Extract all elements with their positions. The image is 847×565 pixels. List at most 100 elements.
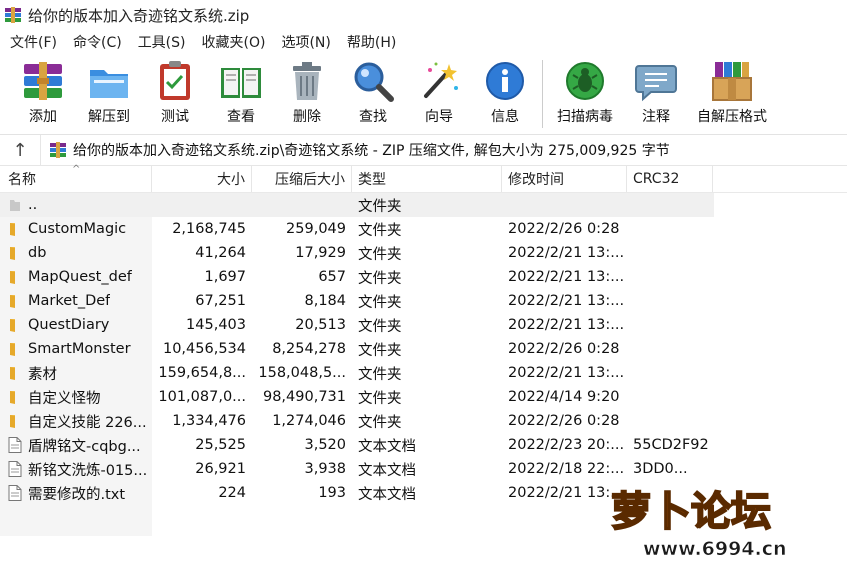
cell-modified: 2022/2/26 0:28 xyxy=(508,221,620,237)
delete-button-label: 删除 xyxy=(293,109,321,125)
sfx-button[interactable]: 自解压格式 xyxy=(689,58,775,126)
extract-to-button[interactable]: 解压到 xyxy=(76,58,142,126)
parent-folder-row[interactable]: .. 文件夹 xyxy=(0,193,714,217)
table-row[interactable]: MapQuest_def 1,697 657 文件夹 2022/2/21 13:... xyxy=(0,265,847,289)
cell-crc: 55CD2F92 xyxy=(633,437,709,453)
toolbar: 添加 解压到 测试 查看 删除 查找 向导 信息 扫描病毒 注释 自解压格式 xyxy=(0,54,847,135)
test-button[interactable]: 测试 xyxy=(142,58,208,126)
cell-crc: 3DD0... xyxy=(633,461,688,477)
table-row[interactable]: 新铭文洗炼-015... 26,921 3,938 文本文档 2022/2/18 22:… xyxy=(0,457,847,481)
window-title: 给你的版本加入奇迹铭文系统.zip xyxy=(28,6,250,25)
cell-type: 文件夹 xyxy=(358,366,402,383)
file-name: 盾牌铭文-cqbg... xyxy=(28,438,141,455)
view-book-icon xyxy=(221,68,261,98)
test-button-label: 测试 xyxy=(161,109,189,125)
cell-packed-size: 158,048,5... xyxy=(258,365,346,381)
info-button[interactable]: 信息 xyxy=(472,58,538,126)
table-row[interactable]: 自定义怪物 101,087,0... 98,490,731 文件夹 2022/4/14 … xyxy=(0,385,847,409)
find-button[interactable]: 查找 xyxy=(340,58,406,126)
cell-modified: 2022/2/26 0:28 xyxy=(508,341,620,357)
text-file-icon xyxy=(8,437,22,453)
comment-button[interactable]: 注释 xyxy=(623,58,689,126)
cell-modified: 2022/4/14 9:20 xyxy=(508,389,620,405)
cell-modified: 2022/2/21 13:... xyxy=(508,269,625,285)
cell-packed-size: 193 xyxy=(318,485,346,501)
column-header-modified[interactable]: 修改时间 xyxy=(502,166,627,192)
delete-button[interactable]: 删除 xyxy=(274,58,340,126)
wizard-button-label: 向导 xyxy=(425,109,453,125)
folder-icon xyxy=(10,391,15,404)
address-path[interactable]: 给你的版本加入奇迹铭文系统.zip\奇迹铭文系统 - ZIP 压缩文件, 解包大… xyxy=(41,140,670,160)
text-file-icon xyxy=(8,485,22,501)
virus-scan-button-label: 扫描病毒 xyxy=(557,109,613,125)
cell-name: 素材 xyxy=(0,363,152,384)
menu-help[interactable]: 帮助(H) xyxy=(341,32,402,52)
cell-size: 26,921 xyxy=(195,461,246,477)
cell-size: 25,525 xyxy=(195,437,246,453)
archive-icon xyxy=(50,142,66,158)
watermark-url: www.6994.cn xyxy=(643,538,787,559)
column-header-type[interactable]: 类型 xyxy=(352,166,502,192)
cell-type: 文本文档 xyxy=(358,462,416,479)
toolbar-separator xyxy=(542,60,543,128)
cell-name: 盾牌铭文-cqbg... xyxy=(0,435,152,456)
menu-file[interactable]: 文件(F) xyxy=(4,32,63,52)
cell-type: 文件夹 xyxy=(358,270,402,287)
info-button-label: 信息 xyxy=(491,109,519,125)
cell-packed-size: 3,938 xyxy=(304,461,346,477)
watermark-logo: 萝卜论坛 www.6994.cn xyxy=(610,488,787,559)
file-name: QuestDiary xyxy=(28,317,110,333)
cell-name: 自定义技能 226... xyxy=(0,411,152,432)
folder-icon xyxy=(10,247,15,260)
column-header-packed[interactable]: 压缩后大小 xyxy=(252,166,352,192)
find-button-label: 查找 xyxy=(359,109,387,125)
table-row[interactable]: Market_Def 67,251 8,184 文件夹 2022/2/21 13:... xyxy=(0,289,847,313)
menu-tools[interactable]: 工具(S) xyxy=(132,32,192,52)
comment-button-label: 注释 xyxy=(642,109,670,125)
view-button[interactable]: 查看 xyxy=(208,58,274,126)
menu-bar: 文件(F) 命令(C) 工具(S) 收藏夹(O) 选项(N) 帮助(H) xyxy=(0,30,847,54)
extract-folder-icon xyxy=(90,70,128,98)
cell-modified: 2022/2/18 22:... xyxy=(508,461,625,477)
table-row[interactable]: QuestDiary 145,403 20,513 文件夹 2022/2/21 13:.… xyxy=(0,313,847,337)
view-button-label: 查看 xyxy=(227,109,255,125)
cell-name: .. xyxy=(0,197,152,213)
wizard-button[interactable]: 向导 xyxy=(406,58,472,126)
cell-name: db xyxy=(0,245,152,261)
title-bar: 给你的版本加入奇迹铭文系统.zip xyxy=(0,0,847,30)
cell-size: 159,654,8... xyxy=(158,365,246,381)
table-row[interactable]: CustomMagic 2,168,745 259,049 文件夹 2022/2/26 … xyxy=(0,217,847,241)
table-row[interactable]: 盾牌铭文-cqbg... 25,525 3,520 文本文档 2022/2/23 20:… xyxy=(0,433,847,457)
cell-type: 文件夹 xyxy=(358,198,402,215)
menu-commands[interactable]: 命令(C) xyxy=(67,32,128,52)
menu-favorites[interactable]: 收藏夹(O) xyxy=(196,32,272,52)
table-row[interactable]: SmartMonster 10,456,534 8,254,278 文件夹 2022/2… xyxy=(0,337,847,361)
cell-type: 文件夹 xyxy=(358,342,402,359)
table-row[interactable]: 自定义技能 226... 1,334,476 1,274,046 文件夹 2022/2/… xyxy=(0,409,847,433)
add-button[interactable]: 添加 xyxy=(10,58,76,126)
folder-icon xyxy=(10,319,15,332)
cell-name: CustomMagic xyxy=(0,221,152,237)
column-header-crc[interactable]: CRC32 xyxy=(627,166,713,192)
file-name: .. xyxy=(28,197,38,213)
cell-size: 1,697 xyxy=(204,269,246,285)
address-text: 给你的版本加入奇迹铭文系统.zip\奇迹铭文系统 - ZIP 压缩文件, 解包大… xyxy=(73,143,670,159)
virus-scan-icon xyxy=(566,62,604,100)
cell-name: SmartMonster xyxy=(0,341,152,357)
cell-packed-size: 1,274,046 xyxy=(272,413,346,429)
folder-icon xyxy=(10,415,15,428)
cell-packed-size: 3,520 xyxy=(304,437,346,453)
virus-scan-button[interactable]: 扫描病毒 xyxy=(547,58,623,126)
table-row[interactable]: 素材 159,654,8... 158,048,5... 文件夹 2022/2/21 1… xyxy=(0,361,847,385)
up-one-level-button[interactable]: ↑ xyxy=(0,135,41,165)
sfx-button-label: 自解压格式 xyxy=(697,109,767,125)
file-name: Market_Def xyxy=(28,293,111,309)
up-arrow-icon: ↑ xyxy=(12,139,28,161)
watermark-brand: 萝卜论坛 xyxy=(611,489,771,535)
column-header-row: ^ 名称 大小 压缩后大小 类型 修改时间 CRC32 xyxy=(0,164,847,193)
column-header-size[interactable]: 大小 xyxy=(152,166,252,192)
sfx-box-icon xyxy=(712,62,752,101)
trash-icon xyxy=(293,62,321,100)
menu-options[interactable]: 选项(N) xyxy=(275,32,336,52)
table-row[interactable]: db 41,264 17,929 文件夹 2022/2/21 13:... xyxy=(0,241,847,265)
